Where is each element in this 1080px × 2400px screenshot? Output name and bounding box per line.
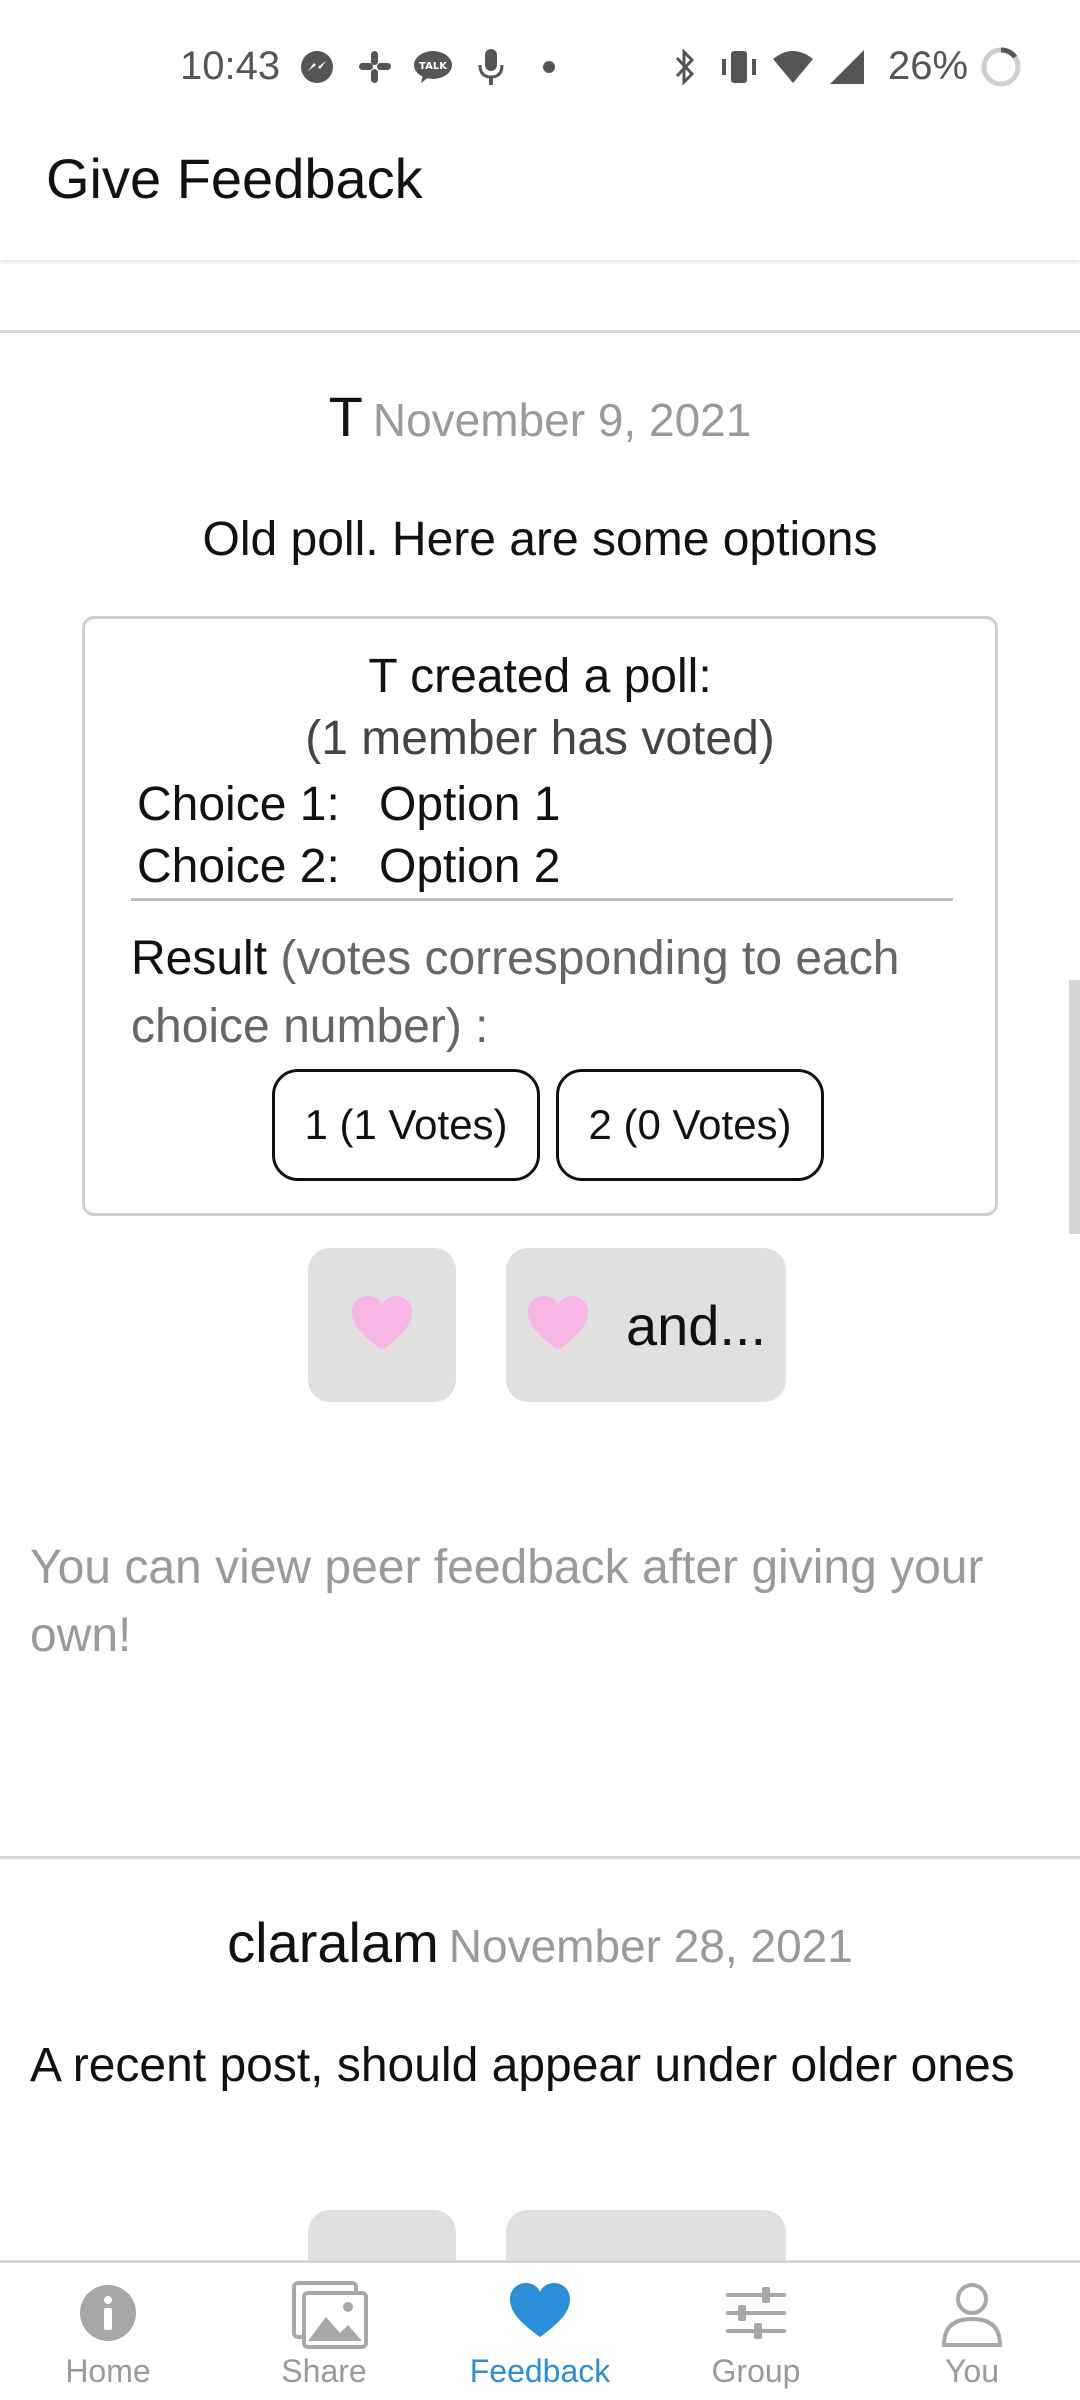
poll-result-text: Result (votes corresponding to each choi… [131,925,951,1061]
nav-label: Feedback [469,2353,611,2389]
kakao-badge-text: TALK [419,61,448,72]
scrollbar-thumb[interactable] [1069,980,1080,1234]
post-meta: T November 9, 2021 [0,384,1080,449]
notification-icons: TALK [296,46,570,88]
vibrate-icon [718,46,760,88]
nav-feedback[interactable]: Feedback [432,2263,648,2400]
wifi-icon [772,46,814,88]
info-icon [76,2281,140,2345]
system-icons: 26% [664,44,1022,89]
sliders-icon [724,2281,788,2345]
nav-group[interactable]: Group [648,2263,864,2400]
slack-icon [354,46,396,88]
microphone-icon [470,46,512,88]
result-label: Result [131,932,268,985]
poll-card: T created a poll: (1 member has voted) C… [82,616,998,1216]
vote-result-button-2[interactable]: 2 (0 Votes) [556,1069,824,1181]
nav-you[interactable]: You [864,2263,1080,2400]
bottom-nav: Home Share Feedback Group You [0,2260,1080,2400]
nav-label: Group [711,2353,801,2389]
app-header: Give Feedback [0,136,1080,260]
post-date: November 9, 2021 [372,394,752,446]
heart-icon [350,1294,414,1357]
choice-label: Choice 1: [137,778,340,831]
post-author[interactable]: claralam [227,1911,439,1974]
battery-ring-icon [980,46,1022,88]
post-date: November 28, 2021 [448,1920,853,1972]
nav-home[interactable]: Home [0,2263,216,2400]
poll-divider [131,898,953,901]
nav-label: Home [65,2353,151,2389]
poll-vote-count: (1 member has voted) [305,712,775,765]
image-icon [292,2281,368,2349]
nav-label: You [945,2353,999,2389]
poll-choice-row: Choice 2: Option 2 [137,839,560,894]
post-body: A recent post, should appear under older… [30,2039,1015,2092]
poll-choice-row: Choice 1: Option 1 [137,777,560,832]
choice-label: Choice 2: [137,840,340,893]
page-title: Give Feedback [46,147,423,210]
person-icon [940,2281,1004,2347]
status-bar: 10:43 TALK 26% [0,0,1080,136]
heart-icon [508,2281,572,2345]
post-author[interactable]: T [329,385,363,448]
choice-value: Option 1 [379,778,561,831]
heart-reaction-button[interactable] [308,1248,456,1402]
dot-icon [528,46,570,88]
battery-percent: 26% [888,44,969,88]
peer-feedback-notice: You can view peer feedback after giving … [30,1541,984,1662]
post-meta: claralam November 28, 2021 [0,1910,1080,1975]
nav-label: Share [281,2353,367,2389]
poll-heading: T created a poll: [368,650,712,703]
choice-value: Option 2 [379,840,561,893]
messenger-icon [296,46,338,88]
post-body: Old poll. Here are some options [202,513,878,566]
status-time: 10:43 [180,44,281,88]
bluetooth-icon [664,46,706,88]
post-divider [0,1856,1080,1859]
nav-share[interactable]: Share [216,2263,432,2400]
post-divider [0,330,1080,333]
heart-icon [526,1294,590,1357]
reactions-more-button[interactable]: and... [506,1248,786,1402]
signal-icon [826,46,868,88]
kakaotalk-icon: TALK [412,46,454,88]
vote-result-button-1[interactable]: 1 (1 Votes) [272,1069,540,1181]
reactions-more-label: and... [625,1293,767,1357]
